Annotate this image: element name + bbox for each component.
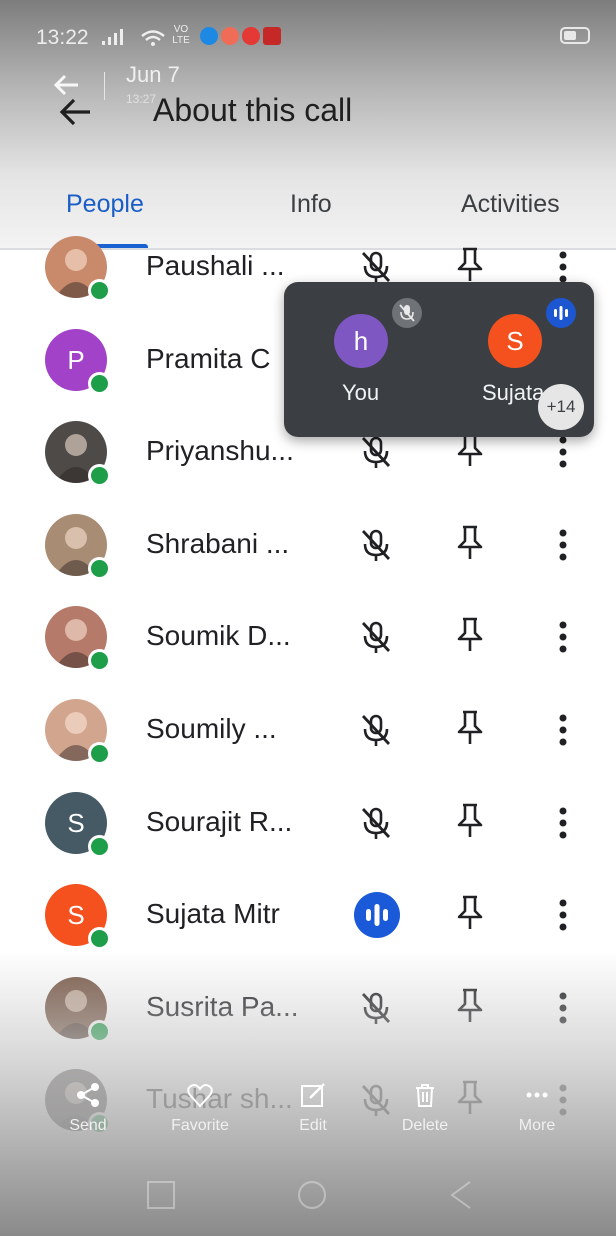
status-bar: 13:22 VO LTE	[0, 0, 616, 70]
app-notification-icon	[263, 27, 281, 45]
online-status-dot	[88, 371, 111, 395]
gallery-action-favorite[interactable]: Favorite	[155, 1080, 245, 1135]
online-status-dot	[88, 279, 111, 302]
status-time: 13:22	[36, 26, 89, 49]
active-speakers-popup[interactable]: h You S Sujata +14	[284, 282, 594, 437]
pin-button[interactable]	[450, 799, 490, 843]
gallery-action-label: Delete	[401, 1117, 449, 1134]
tab-activities[interactable]: Activities	[461, 190, 560, 219]
participant-row[interactable]: S Sourajit R...	[0, 776, 616, 868]
back-button[interactable]	[56, 92, 96, 132]
volte-indicator: VO LTE	[172, 24, 190, 46]
nav-back-icon	[450, 1181, 471, 1209]
participant-row[interactable]: Shrabani ...	[0, 498, 616, 590]
share-icon	[77, 1083, 99, 1107]
notification-icons	[200, 27, 281, 45]
participant-row[interactable]: S Sujata Mitr	[0, 868, 616, 960]
participant-options-button[interactable]	[548, 615, 578, 659]
online-status-dot	[88, 927, 111, 951]
sujata-label: Sujata	[482, 380, 545, 405]
speaking-icon	[546, 298, 576, 328]
gallery-action-label: Edit	[299, 1117, 327, 1134]
overlay-date: Jun 7	[126, 62, 180, 87]
pin-icon	[457, 895, 483, 930]
online-status-dot	[88, 464, 111, 488]
more-horizontal-icon	[526, 1092, 548, 1098]
pin-icon	[457, 525, 483, 559]
tab-people[interactable]: People	[66, 190, 144, 219]
mic-off-icon	[354, 708, 398, 752]
participant-row[interactable]: Soumik D...	[0, 590, 616, 682]
pin-button[interactable]	[450, 243, 490, 287]
pin-button[interactable]	[450, 891, 490, 935]
participant-row[interactable]: Soumily ...	[0, 683, 616, 775]
pin-icon	[457, 803, 483, 837]
pin-button[interactable]	[450, 521, 490, 565]
recents-icon	[147, 1181, 175, 1209]
battery-icon	[560, 27, 590, 44]
participant-name: Priyanshu...	[146, 435, 294, 467]
pin-button[interactable]	[450, 613, 490, 657]
you-avatar: h	[334, 314, 388, 368]
more-participants-badge[interactable]: +14	[538, 384, 584, 430]
overlay-time: 13:27	[126, 92, 157, 106]
app-notification-icon	[221, 27, 239, 45]
you-label: You	[342, 380, 380, 405]
trash-icon	[416, 1084, 434, 1107]
mic-off-icon	[354, 615, 398, 659]
page-title: About this call	[153, 92, 353, 128]
participant-name: Sujata Mitr	[146, 898, 280, 930]
online-status-dot	[88, 834, 111, 858]
participant-name: Sourajit R...	[146, 805, 293, 837]
more-vertical-icon	[559, 714, 567, 746]
participant-options-button[interactable]	[548, 893, 578, 937]
participant-name: Paushali ...	[146, 250, 285, 281]
edit-icon	[301, 1083, 325, 1107]
sujata-avatar: S	[488, 314, 542, 368]
heart-icon	[187, 1084, 213, 1108]
gallery-action-edit[interactable]: Edit	[268, 1080, 358, 1135]
more-vertical-icon	[559, 807, 567, 839]
participant-options-button[interactable]	[548, 523, 578, 567]
pin-icon	[457, 710, 483, 744]
participant-options-button[interactable]	[548, 708, 578, 752]
participant-options-button[interactable]	[548, 801, 578, 845]
participant-name: Pramita C	[146, 342, 271, 374]
pin-button[interactable]	[450, 706, 490, 750]
mic-off-icon	[354, 523, 398, 567]
online-status-dot	[88, 649, 111, 673]
gallery-action-label: Favorite	[171, 1117, 229, 1134]
speaking-indicator-icon	[354, 892, 400, 939]
overlay-divider	[104, 72, 105, 100]
gallery-action-delete[interactable]: Delete	[380, 1080, 470, 1135]
more-vertical-icon	[559, 621, 567, 653]
participant-name: Soumik D...	[146, 620, 291, 652]
gallery-action-label: Send	[69, 1117, 107, 1134]
mic-off-icon	[392, 298, 422, 328]
gallery-action-send[interactable]: Send	[43, 1080, 133, 1135]
pin-icon	[457, 247, 483, 281]
participant-name: Soumily ...	[146, 713, 277, 744]
system-nav-bar	[147, 1181, 471, 1209]
wifi-icon	[141, 30, 165, 46]
signal-icon	[102, 29, 123, 45]
tab-info[interactable]: Info	[290, 190, 332, 219]
online-status-dot	[88, 556, 111, 580]
arrow-left-icon	[59, 98, 90, 126]
gallery-action-more[interactable]: More	[492, 1080, 582, 1135]
mic-off-icon	[354, 801, 398, 845]
more-vertical-icon	[559, 529, 567, 561]
participant-name: Shrabani ...	[146, 527, 290, 559]
online-status-dot	[88, 742, 111, 765]
pin-icon	[457, 618, 483, 652]
home-icon	[298, 1181, 326, 1209]
gallery-action-label: More	[518, 1117, 556, 1134]
app-notification-icon	[200, 27, 218, 45]
youtube-icon	[242, 27, 260, 45]
more-vertical-icon	[559, 899, 567, 931]
gallery-action-bar: Send Favorite Edit Delete More	[0, 1080, 616, 1150]
